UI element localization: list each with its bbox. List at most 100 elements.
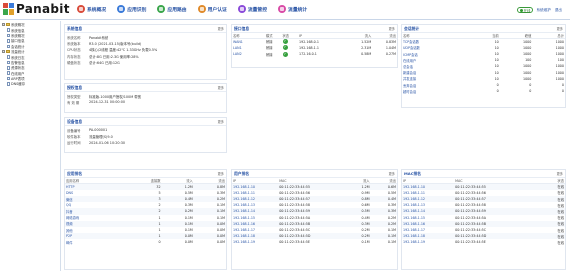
mac-ip[interactable]: 192.168.1.19 <box>402 239 454 245</box>
header-status: 在线 系统维护 退出 <box>516 7 566 13</box>
user-ip[interactable]: 192.168.1.19 <box>232 239 278 245</box>
app-out: 0.0M <box>216 240 225 245</box>
tree-label: ARP表项 <box>11 77 25 82</box>
nav-item-overview[interactable]: 系统概况 <box>77 4 106 14</box>
interface-out: 0.27M <box>385 52 396 57</box>
interface-name[interactable]: LAN2 <box>232 51 265 57</box>
interface-mode: 桥接 <box>266 52 273 57</box>
mac-address: 00:11:22:33:44:5E <box>455 240 486 245</box>
mac-rank-table: IP MAC 状态 192.168.1.10 00:11:22:33:44:55 在… <box>402 178 565 245</box>
check-icon: ✓ <box>282 39 288 45</box>
table-row[interactable]: LAN2 桥接 ✓ 172.16.0.1 0.58M 0.27M <box>232 51 397 57</box>
app-route-icon <box>157 5 166 13</box>
nav-item-traffic-control[interactable]: 流量管控 <box>237 4 268 14</box>
system-maintain-link[interactable]: 系统维护 <box>536 8 550 13</box>
info-value: 4核心/2线程 温度:42℃ 1.33GHz 负载0.5% <box>89 48 158 53</box>
more-link[interactable]: 更多 <box>389 26 395 31</box>
panel-license: 授权信息 更多 授权类型 标准版-1000用户授权/100M 带宽 有 效 期 20… <box>64 83 227 113</box>
nav-label: 用户认证 <box>207 7 227 13</box>
check-icon: ✓ <box>282 51 288 57</box>
nav-item-app-route[interactable]: 应用路由 <box>157 4 187 14</box>
app-rank-table: 应用名称 连接数 流入 流出 HTTP 32 1.2M 0.8M DNS 5 0.5M 0.… <box>65 178 226 245</box>
user-out: 0.1M <box>387 240 396 245</box>
nav-label: 系统概况 <box>87 7 107 13</box>
info-value: R3.0 (2021-03-15)版本号(build) <box>89 41 142 46</box>
panel-user-rank: 用户排名 更多 IP MAC 流入 流出 192.168.1.10 00:11:2… <box>231 169 398 270</box>
tree-label: 流量统计 <box>11 50 25 55</box>
more-link[interactable]: 更多 <box>218 26 224 31</box>
traffic-control-icon <box>237 5 246 13</box>
user-mac: 00:11:22:33:44:5E <box>279 240 310 245</box>
interface-in: 0.58M <box>361 52 372 57</box>
panel-app-rank: 应用排名 更多 应用名称 连接数 流入 流出 HTTP 32 1.2M 0.8M DN… <box>64 169 227 270</box>
tree-label: 会话统计 <box>11 44 25 49</box>
table-row: 192.168.1.19 00:11:22:33:44:5E 在线 <box>402 239 565 245</box>
info-row: 硬盘状态 总计:64G 已用:12G <box>67 59 224 65</box>
more-link[interactable]: 更多 <box>389 171 395 176</box>
check-icon: ✓ <box>282 45 288 51</box>
panabit-logo-icon <box>3 3 14 15</box>
panel-sessions: 会话统计 更多 名称 当前 峰值 总计 TCP会话数 10 1000 1000 UDP… <box>401 24 566 108</box>
nav-label: 应用识别 <box>127 7 147 13</box>
table-row: 邮件 0 0.0M 0.0M <box>65 239 226 245</box>
panel-mac-rank: MAC排名 更多 IP MAC 状态 192.168.1.10 00:11:22:… <box>401 169 566 270</box>
session-name[interactable]: 超时会话 <box>402 88 467 94</box>
info-value: 总计:8G 已用:2.3G 使用率:28% <box>89 54 139 59</box>
info-value: 2024-01-06 10:20:30 <box>89 140 126 145</box>
more-link[interactable]: 更多 <box>218 85 224 90</box>
logout-link[interactable]: 退出 <box>555 8 562 13</box>
tree-label: 在线用户 <box>11 71 25 76</box>
nav-label: 应用路由 <box>167 7 187 13</box>
info-key: 授权类型 <box>67 94 81 99</box>
document-icon <box>7 55 10 59</box>
nav-item-traffic-stats[interactable]: 流量统计 <box>278 4 307 14</box>
tree-item[interactable]: DNS缓存 <box>2 81 58 86</box>
tree-label: 系统信息 <box>11 28 25 33</box>
session-current: 0 <box>496 89 499 94</box>
collapse-icon[interactable]: - <box>2 50 5 54</box>
mac-status: 在线 <box>557 240 564 245</box>
brand-name: Panabit <box>16 2 70 16</box>
more-link[interactable]: 更多 <box>557 171 563 176</box>
nav-item-app-identify[interactable]: 应用识别 <box>117 4 146 14</box>
info-key: 硬盘状态 <box>67 60 81 65</box>
info-row: 运行时间 2024-01-06 10:20:30 <box>67 140 224 146</box>
info-key: 运行时间 <box>67 141 81 146</box>
session-peak: 0 <box>529 89 532 94</box>
info-key: 有 效 期 <box>67 100 80 105</box>
nav-label: 流量管控 <box>247 7 268 13</box>
panel-title: 接口信息 <box>234 25 250 31</box>
online-dot-icon <box>519 8 523 12</box>
document-icon <box>7 33 10 38</box>
traffic-stats-icon <box>278 5 287 13</box>
nav-label: 流量统计 <box>288 7 308 13</box>
nav-item-user-auth[interactable]: 用户认证 <box>197 4 227 14</box>
document-icon <box>7 66 10 70</box>
interface-ip: 172.16.0.1 <box>299 52 317 57</box>
panel-title: 会话统计 <box>404 25 420 31</box>
session-table: 名称 当前 峰值 总计 TCP会话数 10 1000 1000 UDP会话数 10 100… <box>402 33 565 94</box>
document-icon <box>7 39 10 43</box>
main-nav: 系统概况 应用识别 应用路由 用户认证 流量管控 流量统计 <box>77 4 318 16</box>
info-key: 系统版本 <box>67 41 81 46</box>
app-name[interactable]: 邮件 <box>65 239 129 245</box>
panel-device: 设备信息 更多 设备编号 PA-000001 软件版本 流量管理(S)9.0 运行时… <box>64 117 227 153</box>
tree-label: 系统概况 <box>11 33 25 38</box>
top-header: Panabit 系统概况 应用识别 应用路由 用户认证 流量管控 流量统计 在线… <box>0 0 570 20</box>
info-key: 软件版本 <box>67 134 81 139</box>
panel-system-info: 系统信息 更多 系统名称 Panabit系统 系统版本 R3.0 (2021-03-… <box>64 24 227 80</box>
panel-title: 系统信息 <box>67 25 83 31</box>
online-badge: 在线 <box>516 7 534 13</box>
user-rank-table: IP MAC 流入 流出 192.168.1.10 00:11:22:33:44:… <box>232 178 397 245</box>
folder-icon <box>6 23 10 27</box>
info-row: 有 效 期 2024-12-31 00:00:00 <box>67 99 224 105</box>
more-link[interactable]: 更多 <box>218 171 224 176</box>
brand-logo[interactable]: Panabit <box>3 2 69 17</box>
more-link[interactable]: 更多 <box>218 119 224 124</box>
app-conns: 0 <box>158 240 161 245</box>
table-row: 192.168.1.19 00:11:22:33:44:5E 0.1M 0.1M <box>232 239 397 245</box>
more-link[interactable]: 更多 <box>557 26 563 31</box>
collapse-icon[interactable]: - <box>2 23 5 27</box>
info-value: 总计:64G 已用:12G <box>89 60 120 65</box>
document-icon <box>7 82 10 86</box>
